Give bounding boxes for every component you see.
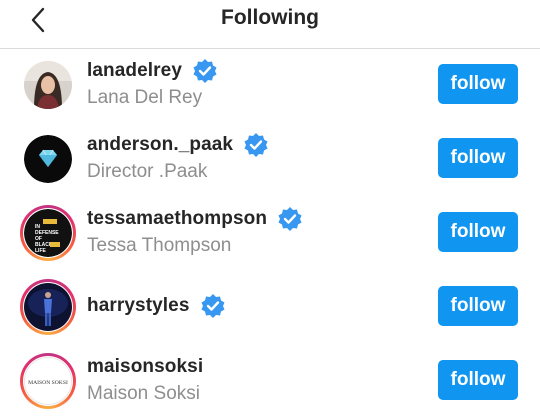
verified-badge-icon [193,59,217,83]
follow-button[interactable]: follow [438,286,518,326]
avatar-text: MAISON SOKSI [28,380,68,386]
list-item[interactable]: lanadelrey Lana Del Rey follow [0,49,540,123]
full-name: Director .Paak [87,161,208,182]
top-bar: Following [0,0,540,49]
avatar[interactable] [24,283,72,331]
follow-button[interactable]: follow [438,360,518,400]
full-name: Lana Del Rey [87,87,203,108]
full-name: Tessa Thompson [87,235,232,256]
verified-badge-icon [201,294,225,318]
verified-badge-icon [278,207,302,231]
follow-button[interactable]: follow [438,138,518,178]
avatar-text: LIFE [35,248,46,254]
follow-button[interactable]: follow [438,64,518,104]
username[interactable]: harrystyles [87,295,190,317]
username[interactable]: maisonsoksi [87,356,203,378]
avatar[interactable] [24,61,72,109]
follow-button[interactable]: follow [438,212,518,252]
username[interactable]: tessamaethompson [87,208,267,230]
full-name: Maison Soksi [87,383,200,404]
username[interactable]: anderson._paak [87,134,233,156]
username[interactable]: lanadelrey [87,60,182,82]
list-item[interactable]: anderson._paak Director .Paak follow [0,123,540,197]
avatar[interactable]: MAISON SOKSI [24,357,72,405]
avatar[interactable] [24,135,72,183]
list-item[interactable]: MAISON SOKSI maisonsoksi Maison Soksi fo… [0,345,540,419]
list-item[interactable]: harrystyles follow [0,271,540,345]
verified-badge-icon [244,133,268,157]
list-item[interactable]: IN DEFENSE OF BLACK LIFE tessamaethompso… [0,197,540,271]
page-title: Following [221,6,319,29]
avatar[interactable]: IN DEFENSE OF BLACK LIFE [24,209,72,257]
